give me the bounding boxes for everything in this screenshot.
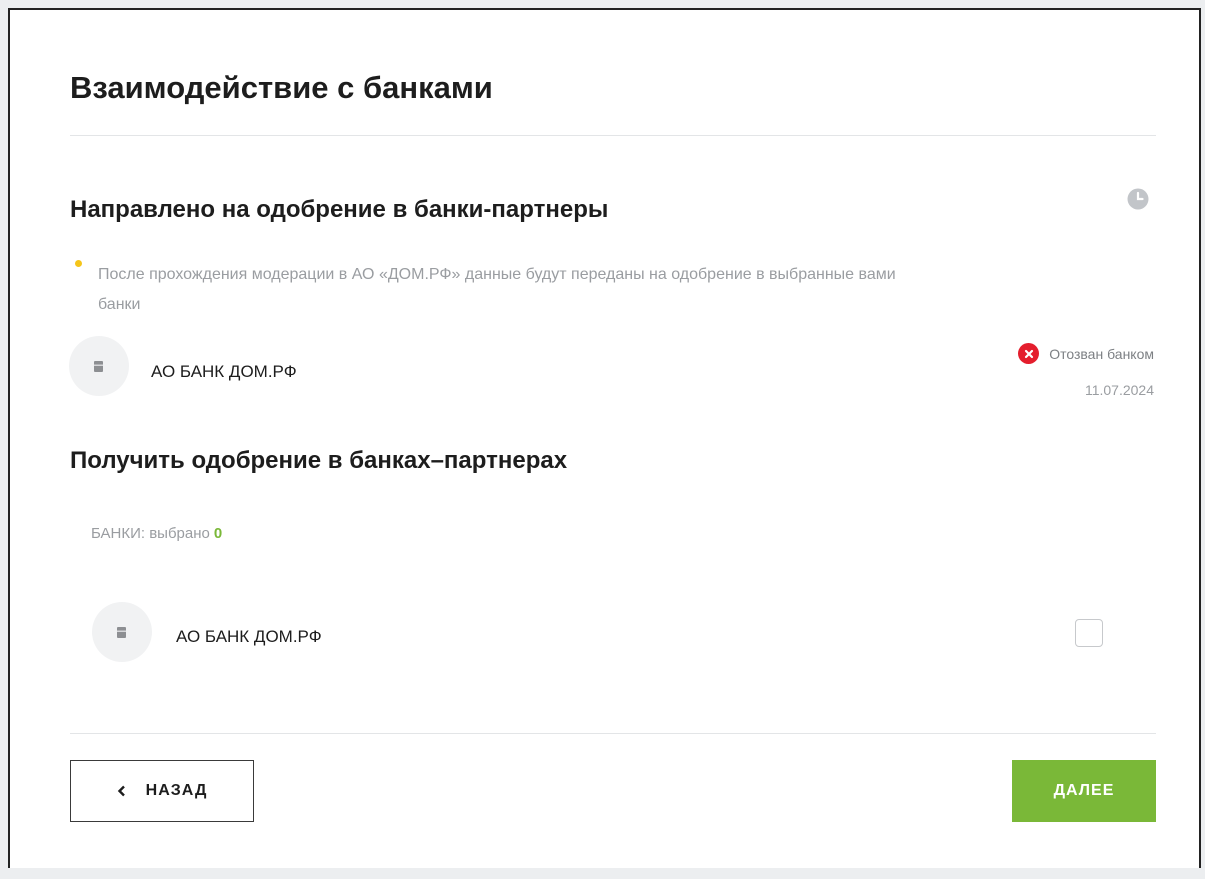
- footer-divider: [70, 733, 1156, 734]
- moderation-note: После прохождения модерации в АО «ДОМ.РФ…: [98, 260, 1108, 320]
- bank-select-checkbox[interactable]: [1075, 619, 1103, 647]
- bank-status: Отозван банком: [1018, 343, 1154, 364]
- next-button[interactable]: ДАЛЕЕ: [1012, 760, 1156, 822]
- counter-label: БАНКИ: выбрано: [91, 525, 210, 542]
- chevron-left-icon: [117, 781, 126, 802]
- next-button-label: ДАЛЕЕ: [1053, 782, 1115, 799]
- banks-selected-counter: БАНКИ: выбрано 0: [91, 525, 222, 542]
- moderation-note-line-1: После прохождения модерации в АО «ДОМ.РФ…: [98, 266, 896, 283]
- selectable-bank-name: АО БАНК ДОМ.РФ: [176, 627, 322, 646]
- bank-interaction-card: Взаимодействие с банками Направлено на о…: [8, 8, 1201, 868]
- sent-bank-name: АО БАНК ДОМ.РФ: [151, 362, 297, 381]
- title-divider: [70, 135, 1156, 136]
- back-button-label: НАЗАД: [145, 782, 208, 799]
- get-approval-section-title: Получить одобрение в банках–партнерах: [70, 447, 568, 474]
- page-title: Взаимодействие с банками: [70, 70, 493, 105]
- counter-value: 0: [213, 525, 223, 542]
- moderation-note-line-2: банки: [98, 296, 141, 313]
- close-circle-icon: [1018, 343, 1040, 364]
- bank-logo-icon: [92, 602, 152, 662]
- bank-logo-icon: [69, 336, 129, 396]
- sent-section-title: Направлено на одобрение в банки-партнеры: [70, 196, 609, 223]
- note-bullet-icon: [75, 260, 82, 267]
- clock-icon[interactable]: [1127, 188, 1149, 210]
- status-date: 11.07.2024: [1084, 382, 1154, 398]
- status-label: Отозван банком: [1049, 345, 1154, 362]
- back-button[interactable]: НАЗАД: [70, 760, 254, 822]
